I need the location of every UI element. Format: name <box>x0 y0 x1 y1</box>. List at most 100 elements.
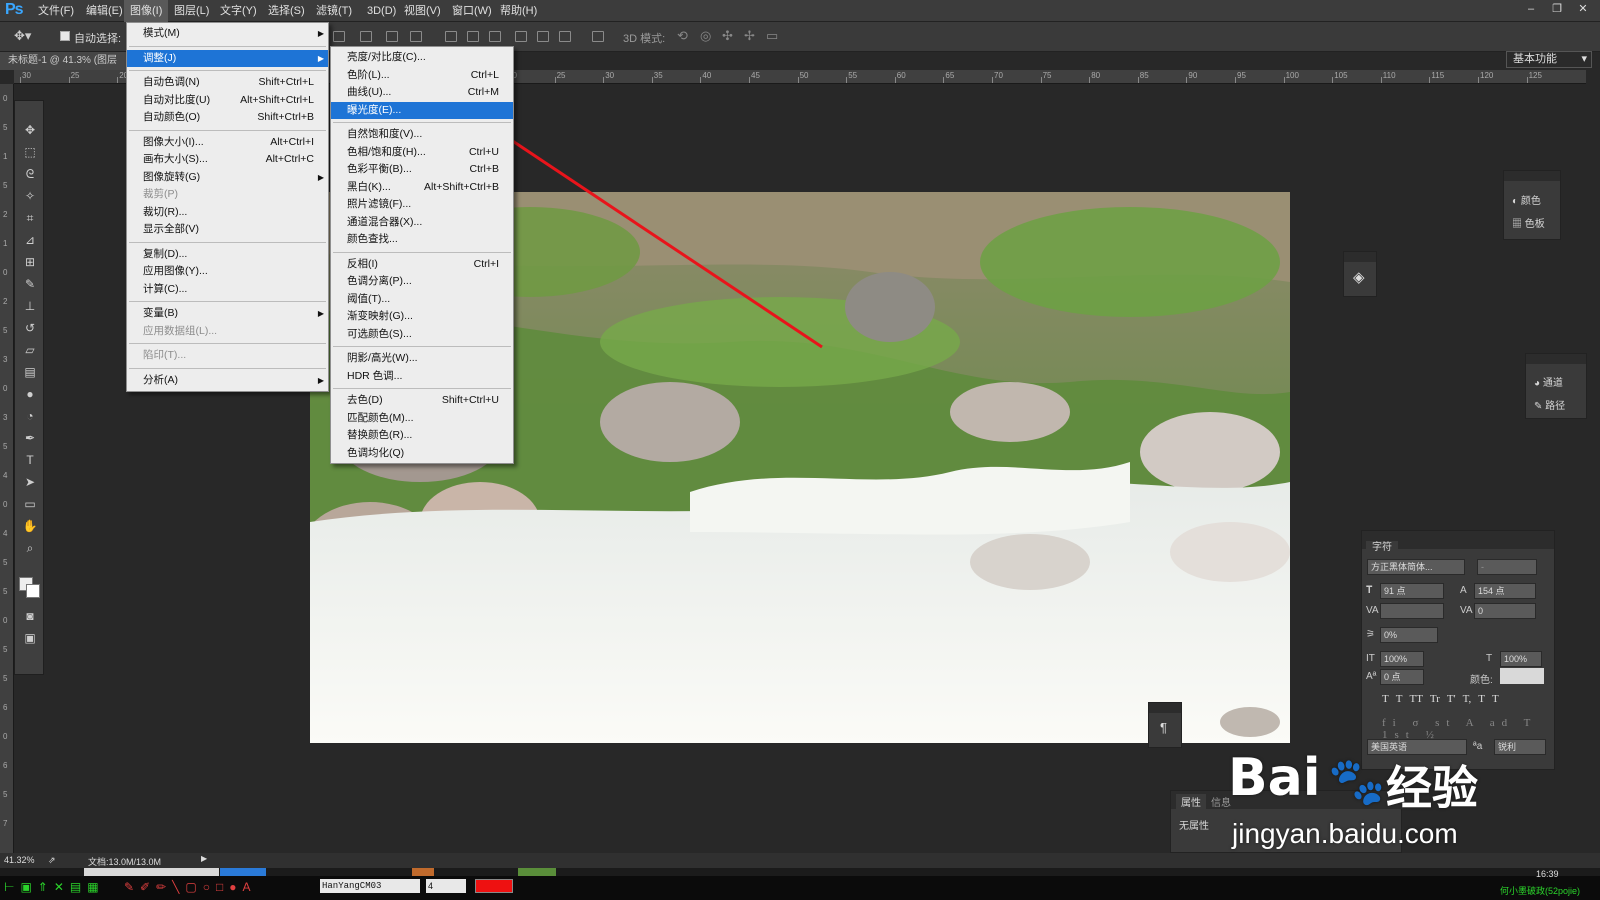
green-tool-icons[interactable]: ⊢▣⇑✕▤▦ <box>4 880 105 894</box>
menu-item-label: 替换颜色(R)... <box>347 429 413 441</box>
menu-item-label: 应用图像(Y)... <box>143 265 208 277</box>
text-style-button[interactable]: T <box>1396 693 1403 707</box>
channels-panel-button[interactable]: ◕ 通道 <box>1534 374 1563 389</box>
menu-separator <box>129 241 326 243</box>
menu-item[interactable]: 渐变映射(G)... <box>331 308 513 325</box>
menu-item[interactable]: 图像大小(I)... Alt+Ctrl+I <box>127 134 328 151</box>
text-style-button[interactable]: T, <box>1463 693 1472 707</box>
horizontal-scale-icon: T <box>1486 653 1493 664</box>
taskbar-item[interactable] <box>84 868 219 876</box>
text-style-button[interactable]: T' <box>1447 693 1456 707</box>
text-style-button[interactable]: T <box>1478 693 1485 707</box>
menu-item[interactable]: 裁切(R)... <box>127 204 328 221</box>
font-input[interactable]: HanYangCM03 <box>320 879 420 893</box>
character-panel: 字符 方正黑体简体... - 𝐓 91 点 A 154 点 VA VA 0 ⚞ … <box>1361 530 1555 770</box>
tab-properties[interactable]: 属性 <box>1176 794 1206 809</box>
menu-item-label: 图像旋转(G) <box>143 170 201 183</box>
text-color-swatch[interactable] <box>1500 668 1544 684</box>
text-style-button[interactable]: T <box>1492 693 1499 707</box>
layers-icon[interactable]: ◈ <box>1353 268 1365 286</box>
menu-item[interactable]: 模式(M) ▶ <box>127 25 328 42</box>
menu-item[interactable]: 匹配颜色(M)... <box>331 410 513 427</box>
color-panel-button[interactable]: ◐ 颜色 <box>1512 192 1541 207</box>
menu-item[interactable]: 色调均化(Q) <box>331 445 513 462</box>
menu-item[interactable]: 自动对比度(U) Alt+Shift+Ctrl+L <box>127 92 328 109</box>
horizontal-scale-field[interactable]: 100% <box>1500 651 1542 667</box>
menu-item[interactable]: 自动颜色(O) Shift+Ctrl+B <box>127 109 328 126</box>
menu-item-label: 自动色调(N) <box>143 76 200 88</box>
menu-item[interactable]: 自动色调(N) Shift+Ctrl+L <box>127 74 328 91</box>
text-style-button[interactable]: T <box>1382 693 1389 707</box>
paragraph-icon[interactable]: ¶ <box>1160 720 1167 735</box>
arrow-line <box>477 116 823 349</box>
menu-item-label: 模式(M) <box>143 27 180 39</box>
status-menu-arrow-icon[interactable]: ▶ <box>201 854 207 863</box>
menu-item: 裁剪(P) <box>127 186 328 203</box>
font-family-select[interactable]: 方正黑体简体... <box>1367 559 1465 575</box>
menu-item[interactable]: 反相(I) Ctrl+I <box>331 256 513 273</box>
menu-item[interactable]: 色相/饱和度(H)... Ctrl+U <box>331 144 513 161</box>
taskbar-item[interactable] <box>220 868 266 876</box>
paths-icon: ✎ <box>1534 401 1546 412</box>
menu-item[interactable]: 调整(J) ▶ <box>127 49 328 67</box>
menu-item-label: 去色(D) <box>347 394 383 406</box>
menu-item[interactable]: 黑白(K)... Alt+Shift+Ctrl+B <box>331 179 513 196</box>
menu-item-label: 通道混合器(X)... <box>347 215 423 228</box>
text-style-button[interactable]: Tr <box>1430 693 1440 707</box>
taskbar-item[interactable] <box>518 868 556 876</box>
color-swatch-red[interactable] <box>475 879 513 893</box>
menu-item[interactable]: 照片滤镜(F)... <box>331 196 513 213</box>
watermark-url: jingyan.baidu.com <box>1232 818 1458 849</box>
menu-item[interactable]: 变量(B) ▶ <box>127 305 328 322</box>
menu-item[interactable]: 可选颜色(S)... <box>331 326 513 343</box>
menu-item[interactable]: 画布大小(S)... Alt+Ctrl+C <box>127 151 328 168</box>
tracking-field[interactable]: 0 <box>1474 603 1536 619</box>
properties-content: 无属性 <box>1179 821 1209 832</box>
menu-separator <box>129 129 326 131</box>
menu-item-label: 裁剪(P) <box>143 188 178 200</box>
menu-item[interactable]: 阴影/高光(W)... <box>331 350 513 367</box>
menu-separator <box>333 346 511 347</box>
vertical-scale-field[interactable]: 100% <box>1380 651 1424 667</box>
leading-field[interactable]: 154 点 <box>1474 583 1536 599</box>
menu-item[interactable]: 显示全部(V) <box>127 221 328 238</box>
menu-item[interactable]: 色彩平衡(B)... Ctrl+B <box>331 161 513 178</box>
tsume-field[interactable]: 0% <box>1380 627 1438 643</box>
menu-item[interactable]: 应用图像(Y)... <box>127 263 328 280</box>
menu-item[interactable]: 自然饱和度(V)... <box>331 126 513 143</box>
menu-item[interactable]: 图像旋转(G) ▶ <box>127 169 328 186</box>
draw-tool-icons[interactable]: ✎✐✏╲▢○□●A <box>124 880 256 894</box>
menu-item[interactable]: 颜色查找... <box>331 231 513 248</box>
zoom-level[interactable]: 41.32% <box>4 855 35 865</box>
swatches-panel-button[interactable]: ▦ 色板 <box>1512 215 1545 230</box>
menu-item: 应用数据组(L)... <box>127 323 328 340</box>
menu-item[interactable]: 计算(C)... <box>127 281 328 298</box>
menu-item[interactable]: 色调分离(P)... <box>331 273 513 290</box>
baseline-field[interactable]: 0 点 <box>1380 669 1424 685</box>
menu-item[interactable]: 曲线(U)... Ctrl+M <box>331 84 513 101</box>
menu-item[interactable]: 复制(D)... <box>127 246 328 263</box>
menu-item[interactable]: 色阶(L)... Ctrl+L <box>331 67 513 84</box>
kerning-field[interactable] <box>1380 603 1444 619</box>
menu-item-label: 照片滤镜(F)... <box>347 198 412 210</box>
menu-item-label: 色调均化(Q) <box>347 446 405 459</box>
menu-item[interactable]: HDR 色调... <box>331 368 513 385</box>
paths-panel-button[interactable]: ✎ 路径 <box>1534 397 1565 412</box>
text-style-button[interactable]: TT <box>1409 693 1422 707</box>
baidu-watermark: Bai 🐾 经验 jingyan.baidu.com <box>1228 748 1528 868</box>
export-icon[interactable]: ⇗ <box>48 855 56 866</box>
menu-item[interactable]: 去色(D) Shift+Ctrl+U <box>331 392 513 409</box>
size-input[interactable]: 4 <box>426 879 466 893</box>
menu-item-label: 应用数据组(L)... <box>143 324 218 337</box>
font-style-select[interactable]: - <box>1477 559 1537 575</box>
menu-item[interactable]: 亮度/对比度(C)... <box>331 49 513 66</box>
font-size-field[interactable]: 91 点 <box>1380 583 1444 599</box>
menu-item[interactable]: 通道混合器(X)... <box>331 214 513 231</box>
menu-item[interactable]: 曝光度(E)... <box>331 101 513 119</box>
taskbar-item[interactable] <box>412 868 434 876</box>
menu-item[interactable]: 分析(A) ▶ <box>127 372 328 389</box>
tab-character[interactable]: 字符 <box>1366 541 1398 555</box>
menu-item-label: 黑白(K)... <box>347 180 391 193</box>
menu-item[interactable]: 阈值(T)... <box>331 291 513 308</box>
menu-item[interactable]: 替换颜色(R)... <box>331 427 513 444</box>
